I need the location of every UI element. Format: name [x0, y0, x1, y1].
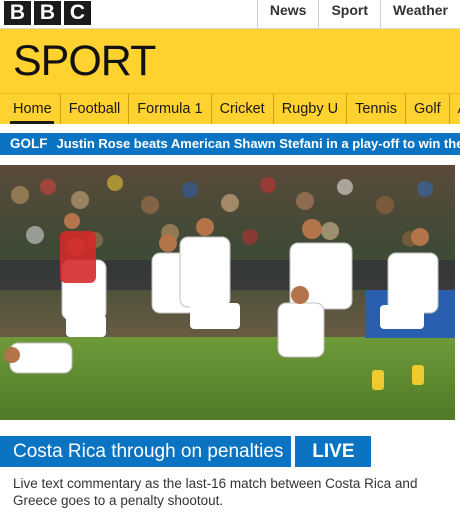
logo-letter-b2: B — [34, 1, 61, 25]
story-summary: Live text commentary as the last-16 matc… — [13, 476, 418, 508]
hero-image[interactable] — [0, 165, 455, 420]
top-link-weather[interactable]: Weather — [380, 0, 460, 29]
headline-bar[interactable]: Costa Rica through on penalties LIVE — [0, 436, 396, 467]
section-nav: Home Football Formula 1 Cricket Rugby U … — [0, 93, 460, 124]
section-title[interactable]: SPORT — [13, 37, 156, 85]
nav-item-truncated[interactable]: A — [450, 94, 460, 124]
logo-letter-b1: B — [4, 1, 31, 25]
logo-letter-c: C — [64, 1, 91, 25]
bbc-logo[interactable]: B B C — [4, 1, 91, 25]
top-bar: B B C News Sport Weather — [0, 0, 460, 29]
ticker-text[interactable]: Justin Rose beats American Shawn Stefani… — [57, 133, 460, 155]
breaking-ticker[interactable]: GOLF Justin Rose beats American Shawn St… — [0, 133, 460, 155]
top-nav: News Sport Weather — [256, 0, 460, 29]
nav-item-golf[interactable]: Golf — [406, 94, 450, 124]
nav-item-tennis[interactable]: Tennis — [347, 94, 407, 124]
players-celebrating-image — [0, 165, 455, 420]
nav-item-rugby-union[interactable]: Rugby U — [274, 94, 348, 124]
nav-item-football[interactable]: Football — [61, 94, 130, 124]
story-headline[interactable]: Costa Rica through on penalties — [0, 436, 292, 467]
top-link-news[interactable]: News — [256, 0, 319, 29]
sport-banner: SPORT — [0, 29, 460, 93]
nav-item-formula-1[interactable]: Formula 1 — [129, 94, 212, 124]
live-badge[interactable]: LIVE — [293, 436, 372, 467]
nav-item-cricket[interactable]: Cricket — [212, 94, 274, 124]
ticker-label: GOLF — [10, 136, 48, 151]
top-link-sport[interactable]: Sport — [318, 0, 380, 29]
nav-item-home[interactable]: Home — [0, 94, 61, 124]
